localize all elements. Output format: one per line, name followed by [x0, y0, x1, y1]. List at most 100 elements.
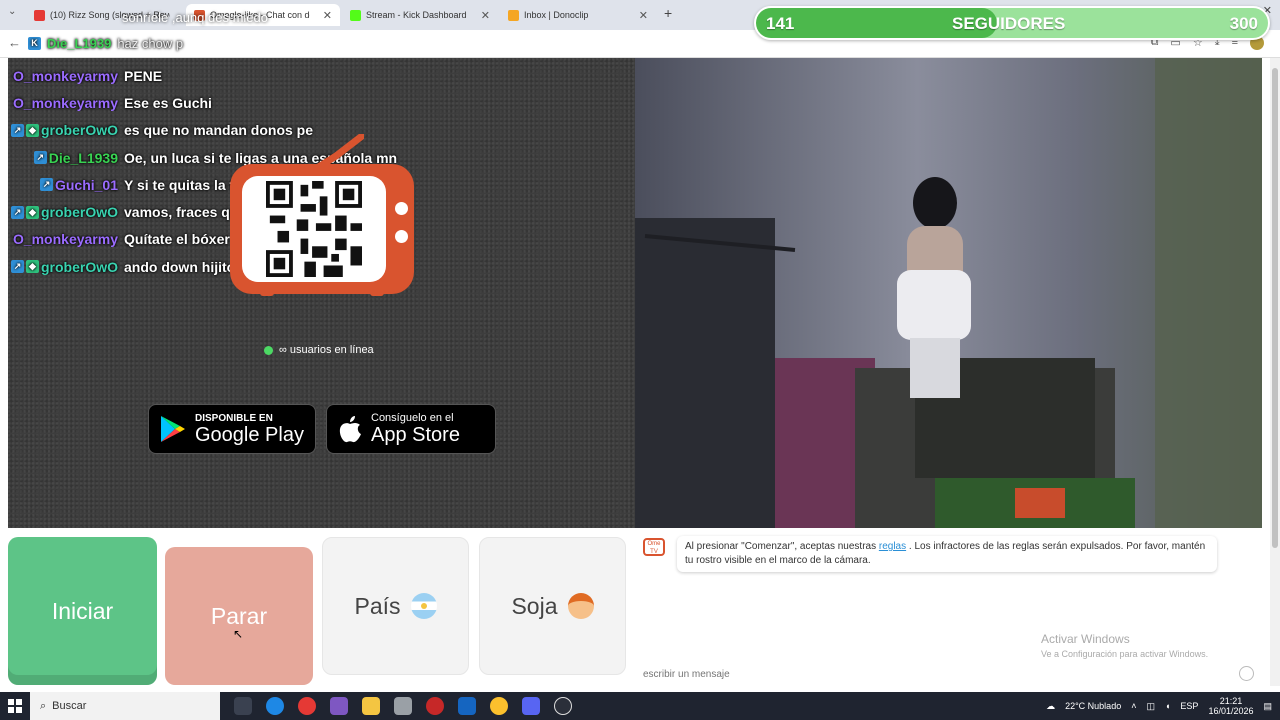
- webcam-image: [635, 58, 1262, 528]
- browser-tab-donoclip[interactable]: Inbox | Donoclip ✕: [500, 4, 656, 26]
- rules-link[interactable]: reglas: [879, 541, 906, 552]
- verified-badge-icon: ↗: [10, 260, 24, 274]
- close-tab-icon[interactable]: ✕: [639, 9, 648, 22]
- boy-face-icon: [567, 593, 594, 619]
- gender-button[interactable]: Soja: [479, 537, 626, 675]
- site-logo-tv: [230, 134, 414, 298]
- chat-username: O_monkeyarmy: [12, 67, 118, 84]
- tray-chevron-icon[interactable]: ˄: [1131, 701, 1136, 711]
- taskbar-apps: [234, 697, 572, 715]
- volume-icon[interactable]: ◖: [1165, 701, 1170, 711]
- task-view-icon[interactable]: [234, 697, 252, 715]
- rules-notice: Al presionar "Comenzar", aceptas nuestra…: [677, 536, 1217, 572]
- tab-label: Stream - Kick Dashboard: [366, 10, 467, 20]
- chat-username: groberOwO: [40, 122, 118, 139]
- opera-icon[interactable]: [298, 697, 316, 715]
- close-tab-icon[interactable]: ✕: [323, 9, 332, 22]
- app-store-small-text: Consíguelo en el: [371, 412, 454, 424]
- taskbar-search[interactable]: ⌕ Buscar: [30, 692, 220, 720]
- google-play-icon: [161, 416, 185, 442]
- app-icon[interactable]: [394, 697, 412, 715]
- donoclip-favicon-icon: [508, 9, 519, 21]
- followers-current: 141: [766, 14, 795, 33]
- tv-knob: [395, 230, 408, 243]
- google-play-big-text: Google Play: [195, 423, 304, 446]
- back-arrow-icon[interactable]: ←: [8, 35, 21, 50]
- chat-user-cell: O_monkeyarmy: [8, 68, 124, 84]
- apple-icon: [339, 416, 361, 443]
- language-indicator[interactable]: ESP: [1180, 701, 1198, 711]
- stop-button[interactable]: Parar: [165, 547, 313, 685]
- clock-time: 21:21: [1219, 696, 1243, 706]
- chat-message: Ese es Guchi: [124, 94, 212, 111]
- gifter-badge-icon: ◆: [25, 123, 39, 137]
- chat-message: PENE: [124, 67, 163, 84]
- stream-overlay-latest-message: K Die_L1939 haz chow p: [28, 36, 183, 51]
- chat-user-cell: ↗ ◆ groberOwO: [8, 204, 124, 220]
- windows-activation-watermark: Activar Windows Ve a Configuración para …: [1041, 632, 1208, 659]
- start-button[interactable]: Iniciar: [8, 537, 157, 685]
- weather-text[interactable]: 22°C Nublado: [1065, 701, 1121, 711]
- activation-title: Activar Windows: [1041, 632, 1130, 646]
- chat-username: Die_L1939: [48, 149, 118, 166]
- tab-list-chevron-icon[interactable]: ⌄: [8, 6, 16, 17]
- mouse-cursor-icon: ↖: [233, 627, 244, 641]
- close-tab-icon[interactable]: ✕: [481, 9, 490, 22]
- edge-icon[interactable]: [266, 697, 284, 715]
- chat-username: groberOwO: [40, 204, 118, 221]
- chat-message-row: O_monkeyarmy PENE: [8, 62, 635, 89]
- activation-subtitle: Ve a Configuración para activar Windows.: [1041, 649, 1209, 659]
- chat-user-cell: O_monkeyarmy: [8, 231, 124, 247]
- clock[interactable]: 21:21 16/01/2026: [1208, 696, 1253, 716]
- copilot-icon[interactable]: [330, 697, 348, 715]
- system-tray: ☁ 22°C Nublado ˄ ◫ ◖ ESP 21:21 16/01/202…: [1046, 696, 1280, 716]
- app-store-big-text: App Store: [371, 424, 460, 446]
- scrollbar-thumb[interactable]: [1272, 68, 1278, 548]
- chat-user-cell: ↗ Die_L1939: [8, 150, 124, 166]
- windows-logo-icon: [8, 699, 22, 713]
- search-label: Buscar: [52, 700, 87, 712]
- opera-gx-icon[interactable]: [426, 697, 444, 715]
- discord-icon[interactable]: [522, 697, 540, 715]
- start-label: Iniciar: [51, 597, 114, 624]
- country-button[interactable]: País: [322, 537, 469, 675]
- kick-badge-icon: K: [28, 37, 41, 50]
- app-store-button[interactable]: Consíguelo en el App Store: [326, 404, 496, 454]
- qr-code: [242, 176, 386, 282]
- online-dot-icon: [264, 345, 273, 355]
- verified-badge-icon: ↗: [10, 123, 24, 137]
- clock-date: 16/01/2026: [1208, 706, 1254, 716]
- tab-label: Inbox | Donoclip: [524, 10, 589, 20]
- message-input[interactable]: [635, 664, 1235, 684]
- chat-user-cell: ↗ ◆ groberOwO: [8, 259, 124, 275]
- obs-icon[interactable]: [554, 697, 572, 715]
- youtube-favicon-icon: [34, 9, 45, 21]
- chat-username: O_monkeyarmy: [12, 231, 118, 248]
- online-users-text: ∞ usuarios en línea: [279, 344, 374, 356]
- stream-overlay-ghost-text: sonríele ,aunq des miedo: [122, 10, 268, 25]
- page-scrollbar[interactable]: [1270, 58, 1280, 686]
- windows-start-button[interactable]: [0, 692, 30, 720]
- chat-username: Die_L1939: [47, 36, 112, 51]
- word-icon[interactable]: [458, 697, 476, 715]
- qr-code-icon: [266, 181, 362, 277]
- tv-knob: [395, 202, 408, 215]
- country-label: País: [354, 592, 401, 619]
- chat-message: haz chow p: [117, 36, 184, 51]
- emoji-icon[interactable]: [1239, 666, 1254, 681]
- notifications-icon[interactable]: ▤: [1263, 701, 1272, 712]
- tv-body: [230, 164, 414, 294]
- network-icon[interactable]: ◫: [1146, 701, 1155, 712]
- browser-tab-kick[interactable]: Stream - Kick Dashboard ✕: [342, 4, 498, 26]
- chrome-icon[interactable]: [490, 697, 508, 715]
- followers-label: SEGUIDORES: [952, 14, 1066, 33]
- search-icon: ⌕: [40, 699, 47, 712]
- verified-badge-icon: ↗: [39, 178, 53, 192]
- followers-goal: 300: [1229, 14, 1258, 33]
- file-explorer-icon[interactable]: [362, 697, 380, 715]
- online-users-status: ∞ usuarios en línea: [264, 344, 374, 356]
- google-play-button[interactable]: DISPONIBLE EN Google Play: [148, 404, 316, 454]
- stranger-video-panel: O_monkeyarmy PENE O_monkeyarmy Ese es Guchi…: [8, 58, 635, 528]
- cloud-icon: ☁: [1046, 700, 1056, 711]
- new-tab-button[interactable]: +: [664, 5, 672, 21]
